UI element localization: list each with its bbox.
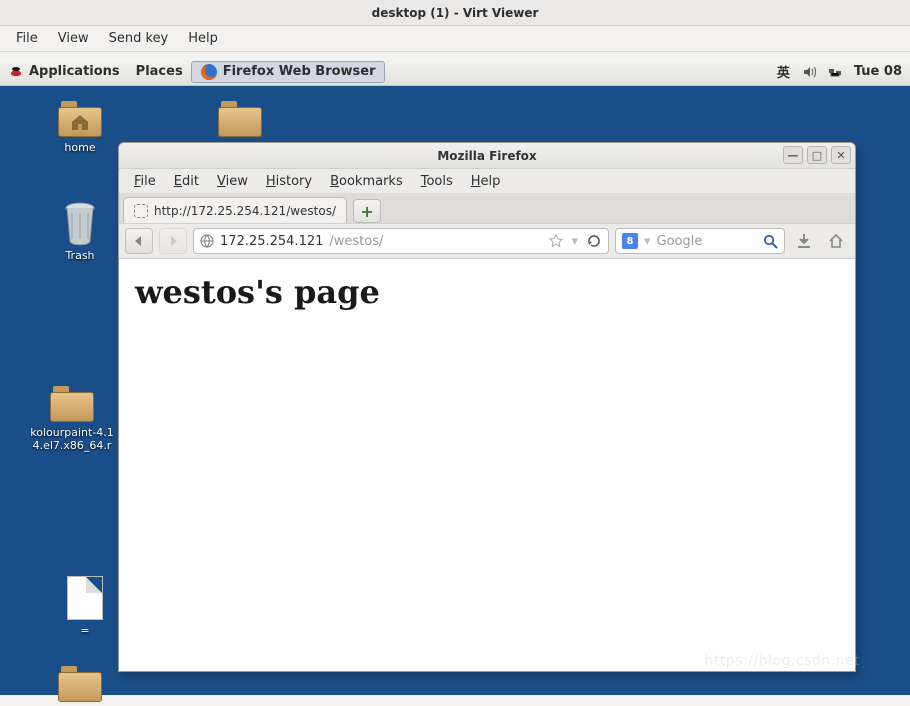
firefox-menu-tools[interactable]: Tools [412,172,462,191]
window-maximize-button[interactable]: □ [807,146,827,164]
firefox-content-area[interactable]: westos's page [119,259,855,671]
virtviewer-title: desktop (1) - Virt Viewer [372,6,539,20]
home-button[interactable] [823,228,849,254]
firefox-tabstrip: http://172.25.254.121/westos/ + [119,193,855,223]
bookmark-star-icon[interactable] [549,234,563,248]
url-host: 172.25.254.121 [220,234,323,249]
virtviewer-menubar: File View Send key Help [0,26,910,52]
panel-places-label: Places [136,64,183,79]
desktop-icon-equals-label: = [40,624,130,637]
panel-ime-indicator[interactable]: 英 [777,62,790,81]
desktop-icon-trash-label: Trash [35,249,125,262]
redhat-icon [8,64,24,80]
search-icon[interactable] [763,234,778,249]
panel-clock[interactable]: Tue 08 [854,64,902,79]
google-engine-icon[interactable]: 8 [622,233,638,249]
firefox-icon [200,63,218,81]
desktop-icon-home-label: home [35,141,125,154]
url-bar[interactable]: 172.25.254.121/westos/ ▾ [193,228,609,254]
downloads-button[interactable] [791,228,817,254]
reload-icon[interactable] [586,233,602,249]
firefox-menubar: File Edit View History Bookmarks Tools H… [119,169,855,193]
panel-active-app-label: Firefox Web Browser [223,64,376,79]
desktop-icon-trash[interactable]: Trash [35,201,125,262]
volume-icon[interactable] [802,65,816,79]
firefox-titlebar[interactable]: Mozilla Firefox — □ ✕ [119,143,855,169]
panel-applications[interactable]: Applications [0,62,128,82]
vv-menu-sendkey[interactable]: Send key [99,29,179,48]
window-close-button[interactable]: ✕ [831,146,851,164]
search-bar[interactable]: 8 ▾ Google [615,228,785,254]
home-folder-icon [70,113,90,131]
arrow-right-icon [166,234,180,248]
panel-applications-label: Applications [29,64,120,79]
desktop-icon-equals[interactable]: = [40,576,130,637]
file-icon [67,576,103,620]
nav-forward-button[interactable] [159,228,187,254]
tab-favicon-placeholder-icon [134,204,148,218]
page-heading: westos's page [135,273,839,311]
plus-icon: + [360,202,373,221]
window-minimize-button[interactable]: — [783,146,803,164]
network-icon[interactable] [828,65,842,79]
home-icon [827,232,845,250]
firefox-menu-history[interactable]: History [257,172,321,191]
desktop-icon-kolourpaint-label: kolourpaint-4.1 4.el7.x86_64.r [27,426,117,452]
firefox-menu-help[interactable]: Help [462,172,510,191]
firefox-tab-active[interactable]: http://172.25.254.121/westos/ [123,197,347,223]
firefox-title: Mozilla Firefox [437,149,536,163]
trash-icon [60,201,100,245]
gnome-top-panel: Applications Places Firefox Web Browser … [0,58,910,86]
desktop-area: home Trash kolourpaint-4.1 4.el7.x86_64.… [0,86,910,695]
firefox-tab-label: http://172.25.254.121/westos/ [154,204,336,218]
desktop-icon-folder-bottom[interactable] [35,666,125,706]
firefox-menu-edit[interactable]: Edit [165,172,208,191]
panel-active-app[interactable]: Firefox Web Browser [191,61,385,83]
desktop-icon-home[interactable]: home [35,101,125,154]
url-path: /westos/ [329,234,383,249]
panel-places[interactable]: Places [128,62,191,81]
watermark-text: https://blog.csdn.net [704,653,860,669]
vv-menu-file[interactable]: File [6,29,48,48]
arrow-left-icon [132,234,146,248]
globe-icon [200,234,214,248]
firefox-window: Mozilla Firefox — □ ✕ File Edit View His… [118,142,856,672]
search-placeholder: Google [657,234,703,249]
nav-back-button[interactable] [125,228,153,254]
desktop-icon-folder[interactable] [195,101,285,141]
download-icon [795,232,813,250]
firefox-menu-bookmarks[interactable]: Bookmarks [321,172,412,191]
desktop-icon-kolourpaint[interactable]: kolourpaint-4.1 4.el7.x86_64.r [27,386,117,452]
firefox-menu-view[interactable]: View [208,172,257,191]
vv-menu-help[interactable]: Help [178,29,228,48]
vv-menu-view[interactable]: View [48,29,99,48]
firefox-toolbar: 172.25.254.121/westos/ ▾ 8 ▾ Google [119,223,855,259]
firefox-newtab-button[interactable]: + [353,199,381,223]
virtviewer-titlebar: desktop (1) - Virt Viewer [0,0,910,26]
firefox-menu-file[interactable]: File [125,172,165,191]
